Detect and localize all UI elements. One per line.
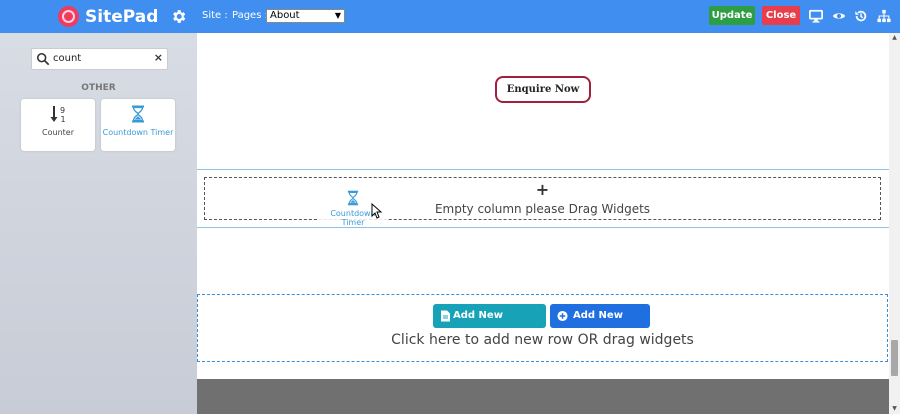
pages-label: Pages : <box>232 10 268 21</box>
eye-icon[interactable] <box>832 9 846 23</box>
scroll-down-arrow-icon[interactable]: ▼ <box>889 404 900 414</box>
site-label: Site : <box>202 10 228 21</box>
logo[interactable]: SitePad <box>58 6 158 27</box>
close-button[interactable]: Close <box>762 6 800 25</box>
svg-text:1: 1 <box>61 115 66 124</box>
add-new-section-button[interactable]: Add New Section <box>433 304 546 345</box>
widget-panel: count × OTHER 9 1 Counter Countdown Time… <box>0 33 197 414</box>
page-select[interactable]: About ▼ <box>266 9 345 23</box>
canvas-scrollbar[interactable]: ▲ ▼ <box>889 33 900 414</box>
hourglass-icon <box>132 105 144 123</box>
sitepad-logo-icon <box>58 6 79 27</box>
caret-down-icon: ▼ <box>334 11 341 20</box>
gear-icon[interactable] <box>170 8 187 25</box>
page-select-value: About <box>270 10 300 21</box>
plus-circle-icon <box>557 310 568 322</box>
update-button[interactable]: Update <box>709 6 755 25</box>
widget-countdown-timer[interactable]: Countdown Timer <box>101 99 175 151</box>
add-row-message: Click here to add new row OR drag widget… <box>391 332 694 348</box>
widget-counter[interactable]: 9 1 Counter <box>21 99 95 151</box>
row-border-bottom <box>197 227 889 228</box>
hourglass-icon <box>347 190 359 206</box>
add-new-row-button[interactable]: Add New Row <box>550 304 650 345</box>
widget-search-input[interactable]: count × <box>31 48 168 70</box>
scroll-thumb[interactable] <box>891 340 898 376</box>
app-name: SitePad <box>85 6 159 27</box>
search-value: count <box>53 53 82 64</box>
mouse-cursor-icon <box>371 203 383 219</box>
empty-column-message: Empty column please Drag Widgets <box>434 202 651 216</box>
file-icon <box>441 310 450 322</box>
counter-icon: 9 1 <box>50 106 66 124</box>
svg-text:9: 9 <box>60 106 65 115</box>
footer-section[interactable] <box>197 379 889 414</box>
editor-canvas[interactable]: Enquire Now + Empty column please Drag W… <box>197 33 889 414</box>
desktop-icon[interactable] <box>809 9 823 23</box>
search-icon <box>36 52 50 66</box>
empty-column-dropzone[interactable]: + Empty column please Drag Widgets <box>204 177 881 220</box>
widget-label: Countdown Timer <box>102 128 174 137</box>
widget-label: Counter <box>42 128 74 137</box>
clear-search-icon[interactable]: × <box>154 51 163 64</box>
row-border-top <box>197 169 889 170</box>
add-row-dropzone[interactable]: Add New Section Add New Row Click here t… <box>197 294 888 362</box>
history-icon[interactable] <box>854 9 868 23</box>
plus-icon[interactable]: + <box>205 180 880 199</box>
enquire-now-button[interactable]: Enquire Now <box>495 76 591 103</box>
category-label: OTHER <box>81 83 116 93</box>
sitemap-icon[interactable] <box>877 9 891 23</box>
top-bar: SitePad Site : Pages : About ▼ Update Cl… <box>0 0 900 33</box>
scroll-up-arrow-icon[interactable]: ▲ <box>889 33 900 43</box>
